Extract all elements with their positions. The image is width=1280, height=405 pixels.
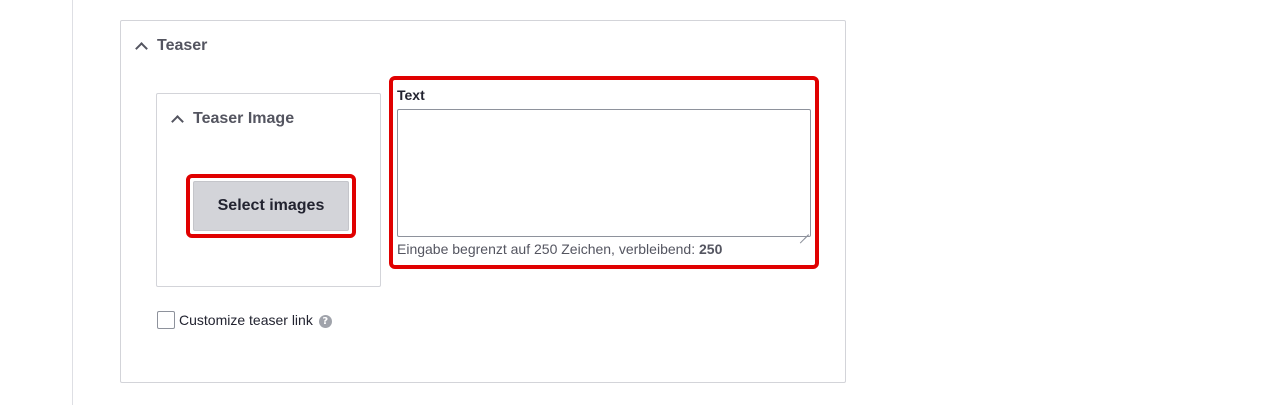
teaser-image-summary-toggle[interactable]: Teaser Image	[169, 108, 294, 130]
teaser-summary-toggle[interactable]: Teaser	[133, 35, 207, 57]
teaser-text-input[interactable]	[397, 109, 811, 237]
question-circle-icon[interactable]: ?	[318, 314, 332, 328]
select-images-button[interactable]: Select images	[193, 181, 349, 231]
textarea-resize-handle[interactable]	[799, 225, 809, 235]
chevron-up-icon	[169, 111, 185, 127]
customize-teaser-link-checkbox[interactable]	[157, 311, 175, 329]
remaining-characters-count: 250	[699, 241, 723, 257]
content-left-border	[72, 0, 73, 405]
teaser-image-title: Teaser Image	[193, 110, 295, 127]
text-field-description: Eingabe begrenzt auf 250 Zeichen, verble…	[397, 241, 722, 257]
text-limit-label: Eingabe begrenzt auf 250 Zeichen, verble…	[397, 241, 699, 257]
text-field-label: Text	[397, 87, 425, 103]
customize-teaser-link-label[interactable]: Customize teaser link	[179, 312, 313, 328]
teaser-title: Teaser	[157, 37, 208, 54]
customize-teaser-link-row: Customize teaser link ?	[157, 310, 332, 330]
page: Teaser Teaser Image Select images Text E…	[0, 0, 1280, 405]
chevron-up-icon	[133, 38, 149, 54]
